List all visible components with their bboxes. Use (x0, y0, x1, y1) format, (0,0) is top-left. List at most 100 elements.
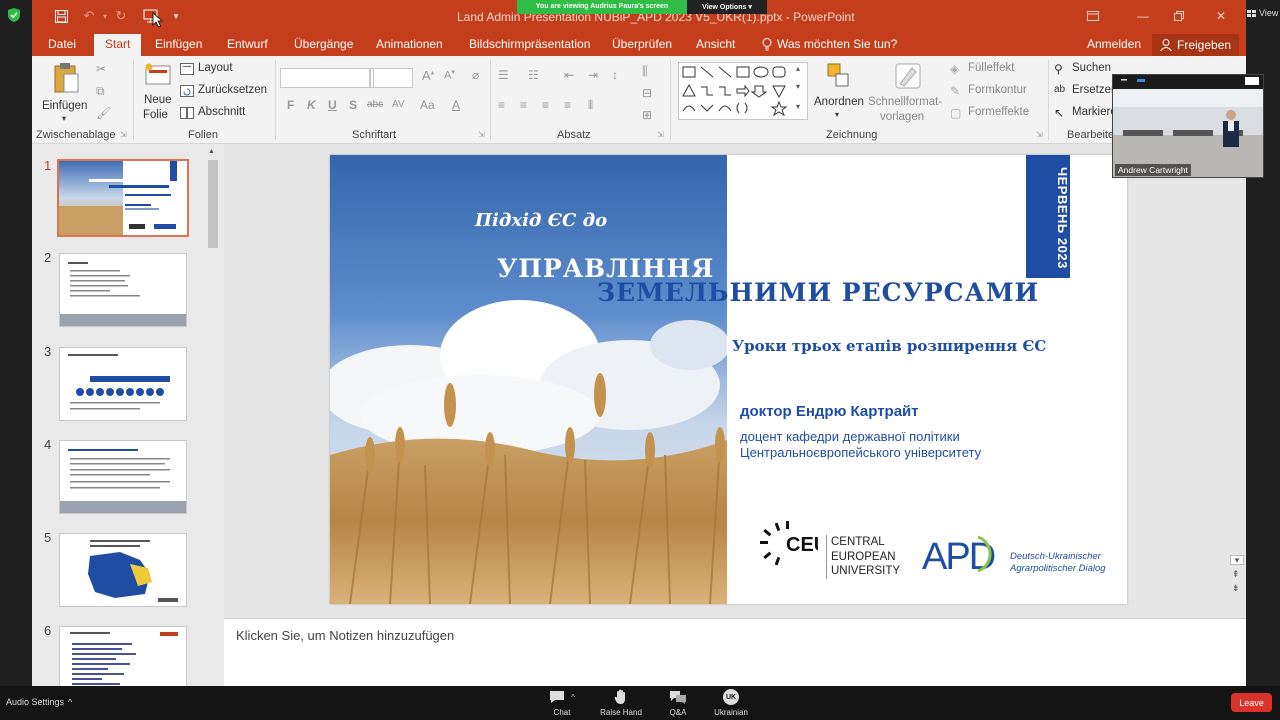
minimize-icon[interactable]: — (1132, 6, 1154, 26)
columns-icon[interactable]: ⫴ (588, 98, 593, 113)
ribbon-display-icon[interactable] (1082, 6, 1104, 26)
chevron-up-icon[interactable]: ^ (571, 693, 575, 702)
shield-icon[interactable] (8, 8, 20, 22)
layout-button[interactable]: Layout (180, 62, 260, 78)
share-button[interactable]: Freigeben (1152, 34, 1240, 56)
change-case-button[interactable]: Aa (420, 98, 435, 112)
customize-toolbar-icon[interactable]: ▾ (165, 6, 187, 26)
font-name-input[interactable] (280, 68, 370, 88)
shapes-gallery[interactable] (678, 62, 808, 120)
text-direction-icon[interactable]: ⫼ (642, 64, 648, 79)
dialog-launcher-icon[interactable]: ⇲ (478, 130, 485, 139)
close-icon[interactable]: ✕ (1210, 6, 1232, 26)
view-options-button[interactable]: View Options ▾ (687, 0, 767, 14)
arrange-button[interactable]: Anordnen ▾ (812, 60, 868, 126)
apd-name: Deutsch-Ukrainischer Agrarpolitischer Di… (1010, 551, 1106, 574)
previous-slide-icon[interactable]: ⇞ (1232, 569, 1240, 580)
notes-pane[interactable]: Klicken Sie, um Notizen hinzuzufügen (224, 618, 1246, 686)
raise-hand-button[interactable]: Raise Hand (591, 688, 651, 717)
quick-styles-icon (895, 63, 921, 89)
copy-icon[interactable]: ⧉ (96, 84, 105, 99)
slide-title-line-2: ЗЕМЕЛЬНИМИ РЕСУРСАМИ (597, 278, 1040, 307)
save-icon[interactable] (50, 6, 72, 26)
tab-ueberpruefen[interactable]: Überprüfen (612, 37, 672, 51)
paste-button[interactable]: Einfügen ▾ (42, 60, 90, 124)
slide-thumbnail-2[interactable] (59, 253, 187, 327)
interpretation-button[interactable]: UK Ukrainian (701, 688, 761, 717)
slide-thumbnail-4[interactable] (59, 440, 187, 514)
underline-button[interactable]: U (328, 98, 337, 112)
slide-thumbnail-preview (60, 449, 186, 513)
next-slide-icon[interactable]: ⇟ (1232, 583, 1240, 594)
restore-icon[interactable] (1168, 6, 1190, 26)
section-label: Abschnitt (198, 106, 246, 118)
align-center-icon[interactable]: ≡ (520, 98, 527, 112)
clear-formatting-icon[interactable]: ⌀ (472, 68, 479, 82)
grow-font-icon[interactable]: A▴ (422, 68, 434, 83)
shadow-button[interactable]: S (349, 98, 357, 112)
tab-entwurf[interactable]: Entwurf (227, 37, 268, 51)
cut-icon[interactable]: ✂ (96, 62, 106, 76)
mouse-cursor-icon (152, 12, 164, 28)
font-size-input[interactable] (373, 68, 413, 88)
new-slide-button[interactable]: Neue Folie (140, 60, 180, 126)
bold-button[interactable]: F (287, 98, 294, 112)
view-menu[interactable]: View (1247, 8, 1278, 18)
leave-button[interactable]: Leave (1231, 693, 1272, 712)
tab-animationen[interactable]: Animationen (376, 37, 443, 51)
slide-thumbnail-3[interactable] (59, 347, 187, 421)
tab-ansicht[interactable]: Ansicht (696, 37, 735, 51)
italic-button[interactable]: K (307, 98, 316, 112)
tab-datei[interactable]: Datei (48, 37, 76, 51)
slide-thumbnail-5[interactable] (59, 533, 187, 607)
reset-button[interactable]: Zurücksetzen (180, 84, 270, 100)
dialog-launcher-icon[interactable]: ⇲ (657, 130, 664, 139)
align-left-icon[interactable]: ≡ (498, 98, 505, 112)
thumbnails-scroll-thumb[interactable] (208, 160, 218, 248)
strikethrough-button[interactable]: abc (367, 99, 383, 110)
numbering-icon[interactable]: ☷ (528, 68, 539, 82)
chat-button[interactable]: ^ Chat (532, 688, 592, 717)
tab-uebergaenge[interactable]: Übergänge (294, 37, 353, 51)
shape-effects-button[interactable]: ▢ Formeffekte (950, 106, 1040, 122)
group-label-clipboard: Zwischenablage (36, 129, 116, 141)
audio-settings-button[interactable]: Audio Settings ^ (6, 697, 72, 707)
format-painter-icon[interactable]: 🖌︎ (96, 106, 111, 120)
dialog-launcher-icon[interactable]: ⇲ (120, 130, 127, 139)
character-spacing-button[interactable]: AV (392, 99, 405, 110)
justify-icon[interactable]: ≡ (564, 98, 571, 112)
font-color-button[interactable]: A (452, 98, 460, 112)
scroll-down-icon[interactable]: ▾ (1230, 555, 1244, 565)
slide-thumbnail-6[interactable] (59, 626, 187, 686)
section-button[interactable]: Abschnitt (180, 106, 270, 122)
gallery-up-icon[interactable]: ▴ (796, 64, 800, 73)
shape-outline-button[interactable]: ✎ Formkontur (950, 84, 1040, 100)
shrink-font-icon[interactable]: A▾ (444, 68, 455, 82)
quick-styles-label-1: Schnellformat- (868, 96, 943, 108)
gallery-down-icon[interactable]: ▾ (796, 82, 800, 91)
qa-button[interactable]: Q&A (648, 688, 708, 717)
smartart-icon[interactable]: ⊞ (642, 108, 652, 122)
align-text-icon[interactable]: ⊟ (642, 86, 652, 100)
participant-video[interactable]: Andrew Cartwright (1112, 74, 1264, 178)
slide-thumbnail-1[interactable] (57, 159, 189, 237)
apd-logo: APD (922, 535, 997, 573)
shape-fill-button[interactable]: ◈ Fülleffekt (950, 62, 1040, 78)
line-spacing-icon[interactable]: ↕ (612, 68, 618, 82)
gallery-more-icon[interactable]: ▾ (796, 102, 800, 111)
quick-styles-button[interactable]: Schnellformat- vorlagen (868, 60, 948, 126)
tab-einfuegen[interactable]: Einfügen (155, 37, 202, 51)
scroll-up-icon[interactable]: ▲ (208, 148, 215, 155)
decrease-indent-icon[interactable]: ⇤ (564, 68, 574, 82)
current-slide[interactable]: ЧЕРВЕНЬ 2023 Підхід ЄС до УПРАВЛІННЯ ЗЕМ… (330, 155, 1127, 604)
increase-indent-icon[interactable]: ⇥ (588, 68, 598, 82)
dialog-launcher-icon[interactable]: ⇲ (1036, 130, 1043, 139)
bullets-icon[interactable]: ☰ (498, 68, 509, 82)
tab-bildschirmpraesentation[interactable]: Bildschirmpräsentation (469, 37, 590, 51)
language-badge-icon: UK (723, 689, 739, 705)
tab-start[interactable]: Start (94, 34, 142, 58)
tell-me-search[interactable]: Was möchten Sie tun? (762, 37, 897, 51)
sign-in-link[interactable]: Anmelden (1087, 37, 1141, 51)
align-right-icon[interactable]: ≡ (542, 98, 549, 112)
redo-icon[interactable]: ↻ (110, 6, 132, 26)
